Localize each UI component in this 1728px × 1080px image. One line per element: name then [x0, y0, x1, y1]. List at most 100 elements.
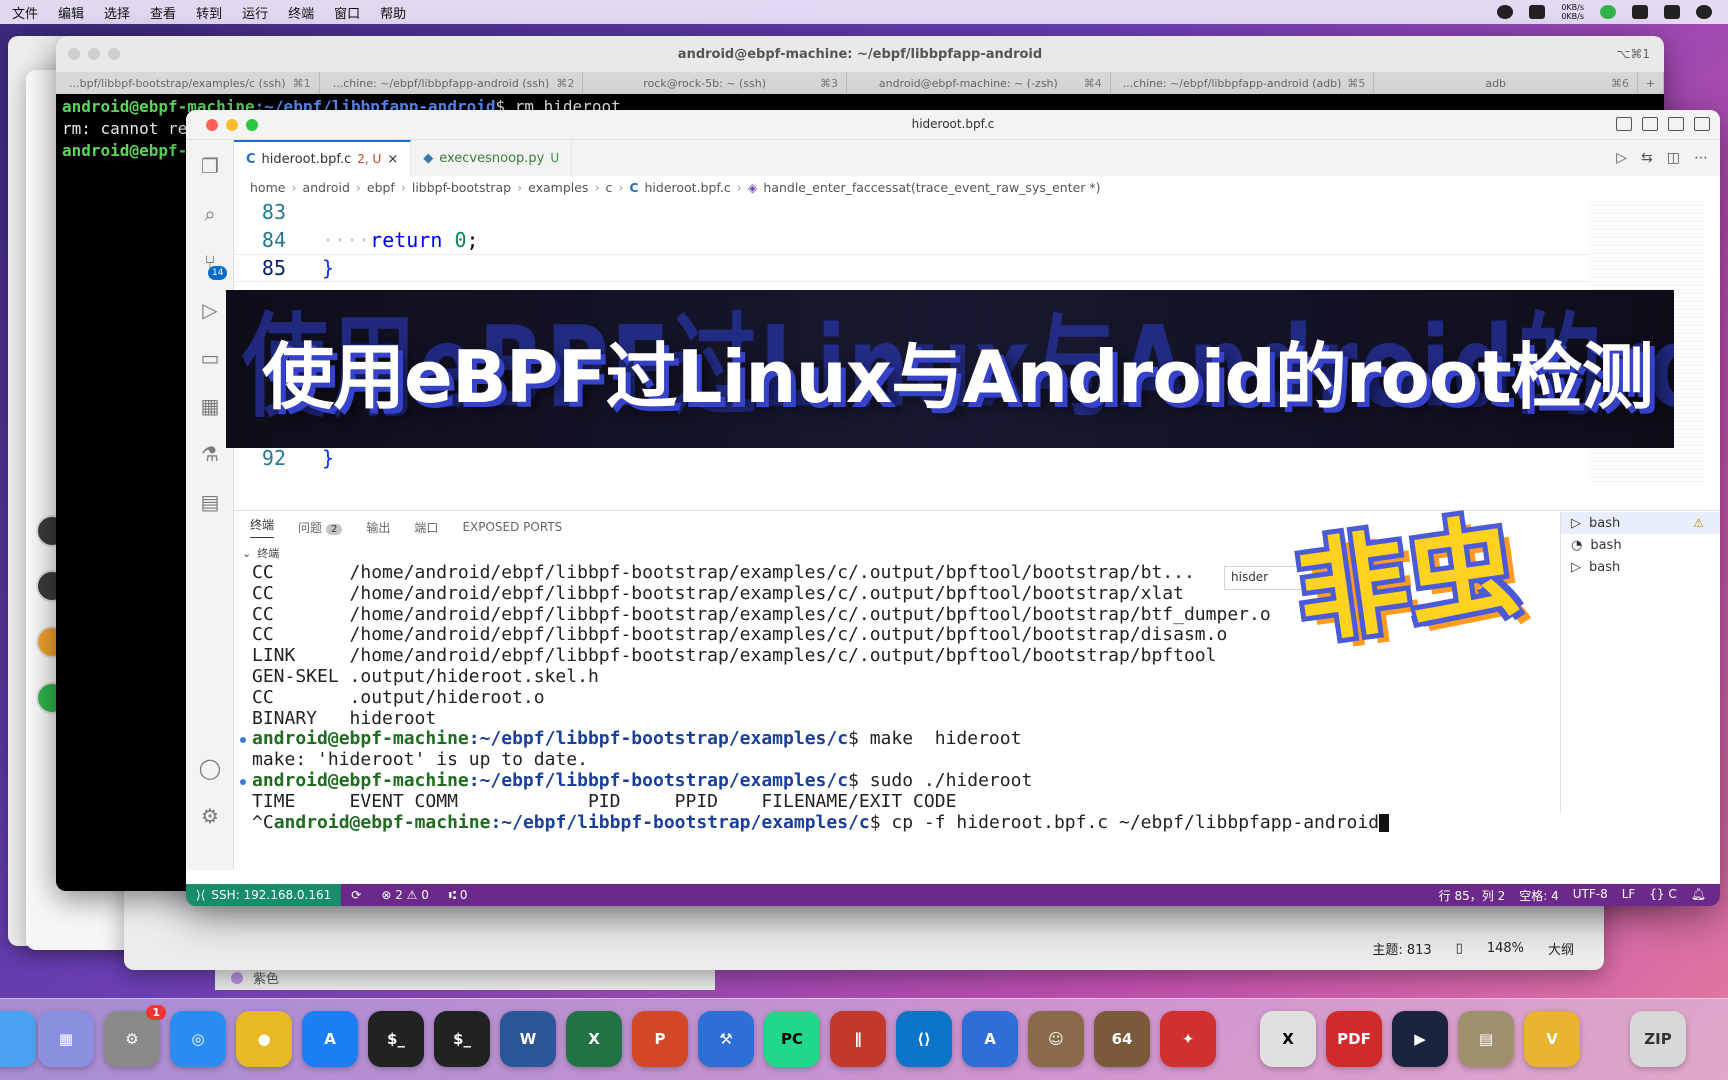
toggle-panel-icon[interactable]: [1642, 117, 1658, 131]
terminal-tab[interactable]: adb ⌘6: [1374, 72, 1639, 94]
indentation[interactable]: 空格: 4: [1519, 887, 1559, 904]
testing-icon[interactable]: ⚗: [198, 442, 222, 466]
breadcrumb-item[interactable]: ebpf: [367, 180, 395, 195]
record-icon[interactable]: [1497, 5, 1514, 19]
chrome-icon[interactable]: ●: [236, 1011, 292, 1067]
tab-hideroot[interactable]: C hideroot.bpf.c 2, U ×: [234, 140, 412, 176]
x11-icon[interactable]: X: [1260, 1011, 1316, 1067]
terminal-app-icon[interactable]: $_: [368, 1011, 424, 1067]
control-center-icon[interactable]: [1696, 5, 1712, 19]
problems-status[interactable]: ⊗ 2 ⚠ 0: [371, 888, 439, 902]
wifi-icon[interactable]: [1664, 5, 1680, 19]
terminal-tab[interactable]: ...bpf/libbpf-bootstrap/examples/c (ssh)…: [56, 72, 320, 94]
breadcrumb-item[interactable]: hideroot.bpf.c: [645, 180, 731, 195]
breadcrumb-item[interactable]: home: [250, 180, 285, 195]
breadcrumb-item[interactable]: handle_enter_faccessat(trace_event_raw_s…: [763, 180, 1100, 195]
menu-view[interactable]: 查看: [150, 3, 176, 22]
n-app-icon[interactable]: [1600, 5, 1616, 19]
outline-button[interactable]: 大纲: [1548, 939, 1574, 958]
portrait-app-icon[interactable]: ☺: [1028, 1011, 1084, 1067]
tab-problems[interactable]: 问题 2: [298, 519, 343, 536]
vector-app-icon[interactable]: V: [1524, 1011, 1580, 1067]
command-decoration-icon[interactable]: [240, 737, 246, 744]
ida-icon[interactable]: ✦: [1160, 1011, 1216, 1067]
tab-ports[interactable]: 端口: [414, 519, 438, 536]
archive-utility-icon[interactable]: ▤: [1458, 1011, 1514, 1067]
toggle-secondary-sidebar-icon[interactable]: [1668, 117, 1684, 131]
simulator-icon[interactable]: A: [962, 1011, 1018, 1067]
menu-terminal[interactable]: 终端: [288, 3, 314, 22]
search-icon[interactable]: ⌕: [198, 202, 222, 226]
account-icon[interactable]: ◯: [198, 756, 222, 780]
xcode-icon[interactable]: ⚒: [698, 1011, 754, 1067]
word-icon[interactable]: W: [500, 1011, 556, 1067]
remote-explorer-icon[interactable]: ▭: [198, 346, 222, 370]
launchpad-icon[interactable]: ▦: [38, 1011, 94, 1067]
pycharm-icon[interactable]: PC: [764, 1011, 820, 1067]
run-debug-icon[interactable]: ▷: [198, 298, 222, 322]
new-tab-button[interactable]: +: [1638, 72, 1664, 94]
breadcrumb-item[interactable]: android: [302, 180, 349, 195]
menu-edit[interactable]: 编辑: [58, 3, 84, 22]
menu-file[interactable]: 文件: [12, 3, 38, 22]
system-settings-icon[interactable]: ⚙ 1: [104, 1005, 166, 1067]
player-icon[interactable]: ▶: [1392, 1011, 1448, 1067]
zip-file-icon[interactable]: ZIP: [1630, 1011, 1686, 1067]
menu-window[interactable]: 窗口: [334, 3, 360, 22]
compare-icon[interactable]: ⇆: [1641, 150, 1653, 166]
menu-select[interactable]: 选择: [104, 3, 130, 22]
excel-icon[interactable]: X: [566, 1011, 622, 1067]
finder-icon[interactable]: [0, 1011, 36, 1067]
close-tab-icon[interactable]: ×: [387, 152, 398, 167]
chevron-down-icon[interactable]: ⌄: [242, 547, 251, 560]
integrated-terminal[interactable]: CC /home/android/ebpf/libbpf-bootstrap/e…: [234, 563, 1454, 863]
terminal-instance[interactable]: ▷ bash: [1561, 556, 1720, 578]
terminal-app-icon-2[interactable]: $_: [434, 1011, 490, 1067]
customize-layout-icon[interactable]: [1694, 117, 1710, 131]
command-decoration-icon[interactable]: [240, 778, 246, 785]
terminal-tab[interactable]: rock@rock-5b: ~ (ssh) ⌘3: [583, 72, 848, 94]
language-mode[interactable]: {} C: [1649, 887, 1676, 904]
cursor-position[interactable]: 行 85，列 2: [1439, 887, 1506, 904]
breadcrumb-item[interactable]: libbpf-bootstrap: [412, 180, 511, 195]
menu-help[interactable]: 帮助: [380, 3, 406, 22]
tab-output[interactable]: 输出: [366, 519, 390, 536]
sync-icon[interactable]: ⟳: [341, 888, 371, 902]
breadcrumb-item[interactable]: examples: [528, 180, 588, 195]
safari-icon[interactable]: ◎: [170, 1011, 226, 1067]
parallels-icon[interactable]: ∥: [830, 1011, 886, 1067]
explorer-icon[interactable]: ❐: [198, 154, 222, 178]
terminal-tab[interactable]: ...chine: ~/ebpf/libbpfapp-android (adb)…: [1111, 72, 1375, 94]
remote-indicator[interactable]: ⟩⟨ SSH: 192.168.0.161: [186, 884, 342, 906]
encoding[interactable]: UTF-8: [1573, 887, 1608, 904]
book-icon[interactable]: ▯: [1456, 941, 1463, 956]
zoom-level[interactable]: 148%: [1487, 941, 1524, 956]
menu-run[interactable]: 运行: [242, 3, 268, 22]
menu-goto[interactable]: 转到: [196, 3, 222, 22]
ports-status[interactable]: ⑆ 0: [439, 888, 478, 902]
split-editor-icon[interactable]: ◫: [1667, 150, 1680, 166]
terminal-instance[interactable]: ◔ bash: [1561, 534, 1720, 556]
settings-gear-icon[interactable]: ⚙: [198, 804, 222, 828]
tab-exposed-ports[interactable]: EXPOSED PORTS: [462, 520, 562, 534]
powerpoint-icon[interactable]: P: [632, 1011, 688, 1067]
line-ending[interactable]: LF: [1622, 887, 1636, 904]
notebook-icon[interactable]: ▤: [198, 490, 222, 514]
vscode-icon[interactable]: ⟨⟩: [896, 1011, 952, 1067]
breadcrumb-item[interactable]: c: [605, 180, 612, 195]
pdf-app-icon[interactable]: PDF: [1326, 1011, 1382, 1067]
extensions-icon[interactable]: ▦: [198, 394, 222, 418]
bluetooth-icon[interactable]: [1632, 5, 1648, 19]
toggle-sidebar-icon[interactable]: [1616, 117, 1632, 131]
tab-terminal[interactable]: 终端: [250, 516, 275, 538]
terminal-tab[interactable]: ...chine: ~/ebpf/libbpfapp-android (ssh)…: [320, 72, 584, 94]
run-icon[interactable]: ▷: [1616, 150, 1627, 166]
portrait-app-icon-64[interactable]: 64: [1094, 1011, 1150, 1067]
battery-icon[interactable]: [1529, 5, 1546, 19]
terminal-instance[interactable]: ▷ bash ⚠: [1561, 512, 1720, 534]
more-icon[interactable]: ⋯: [1694, 150, 1708, 166]
app-store-icon[interactable]: A: [302, 1011, 358, 1067]
tab-execvesnoop[interactable]: ◆ execvesnoop.py U: [411, 140, 573, 176]
terminal-tab[interactable]: android@ebpf-machine: ~ (-zsh) ⌘4: [847, 72, 1111, 94]
notifications-icon[interactable]: 🔔︎: [1691, 887, 1706, 904]
